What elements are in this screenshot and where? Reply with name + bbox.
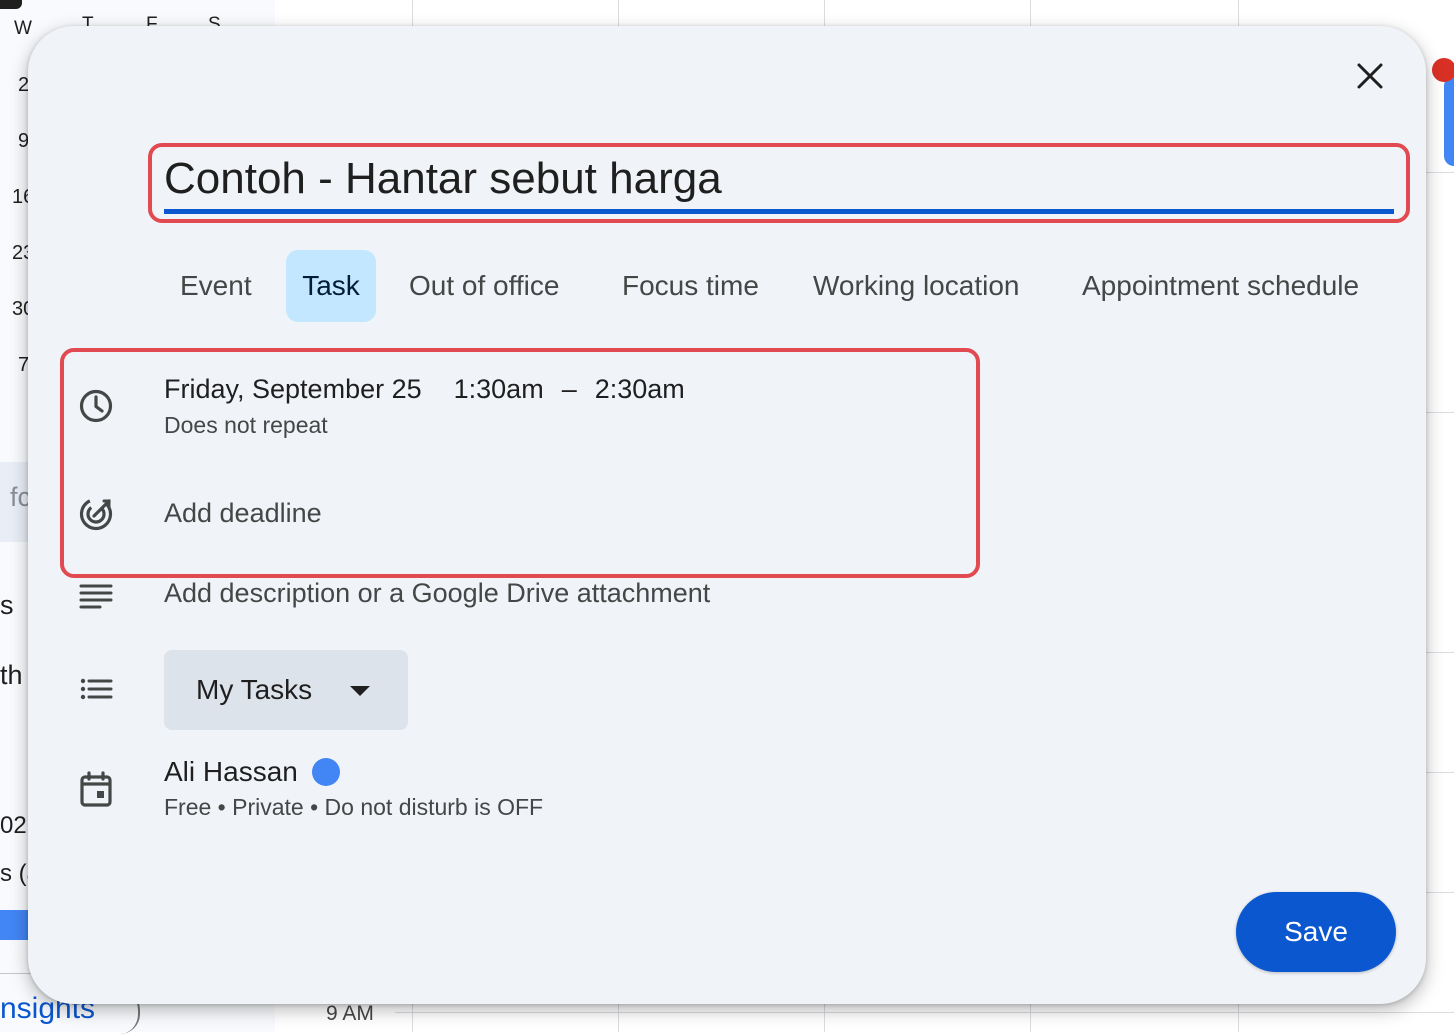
end-time[interactable]: 2:30am (595, 374, 685, 404)
target-icon (79, 497, 113, 531)
tab-event[interactable]: Event (180, 250, 252, 322)
close-button[interactable] (1350, 56, 1390, 96)
description-icon (79, 584, 113, 609)
description-field[interactable]: Add description or a Google Drive attach… (164, 578, 710, 609)
tab-working-location[interactable]: Working location (813, 250, 1019, 322)
calendar-icon (80, 771, 112, 807)
grid-row-line (1426, 172, 1454, 173)
title-highlight: Contoh - Hantar sebut harga (148, 143, 1410, 223)
tab-out-of-office[interactable]: Out of office (409, 250, 559, 322)
sidebar-top-edge (0, 0, 22, 9)
event-type-tabs: Event Task Out of office Focus time Work… (28, 250, 1426, 322)
availability-details[interactable]: Free • Private • Do not disturb is OFF (164, 794, 543, 821)
sidebar-item-fragment: th (0, 660, 23, 690)
tab-focus-time[interactable]: Focus time (622, 250, 759, 322)
title-underline (164, 209, 1394, 214)
chevron-down-icon (350, 686, 370, 696)
close-icon (1357, 63, 1383, 89)
start-time[interactable]: 1:30am (454, 374, 544, 404)
grid-row-line (1426, 892, 1454, 893)
sidebar-heading-fragment: s (0, 590, 14, 620)
calendar-color-dot (312, 758, 340, 786)
time-separator: – (561, 374, 577, 404)
grid-row-line (1426, 412, 1454, 413)
calendar-owner[interactable]: Ali Hassan (164, 756, 298, 788)
mini-calendar-header-w: W (14, 18, 32, 39)
tab-task[interactable]: Task (286, 250, 376, 322)
repeat-text[interactable]: Does not repeat (164, 412, 328, 439)
date-time-row[interactable]: Friday, September 25 1:30am –2:30am (164, 374, 685, 405)
clock-icon (79, 389, 113, 423)
add-deadline[interactable]: Add deadline (164, 498, 322, 529)
tab-appointment-schedule[interactable]: Appointment schedule (1082, 250, 1359, 322)
list-icon (80, 678, 113, 700)
grid-row-line (1426, 772, 1454, 773)
task-list-label: My Tasks (196, 674, 313, 705)
task-list-dropdown[interactable]: My Tasks (164, 650, 408, 730)
date-text[interactable]: Friday, September 25 (164, 374, 422, 404)
title-input[interactable]: Contoh - Hantar sebut harga (164, 147, 1392, 211)
time-label-9am: 9 AM (326, 1002, 374, 1025)
task-create-dialog: Contoh - Hantar sebut harga Event Task O… (28, 26, 1426, 1004)
grid-row-line (1426, 652, 1454, 653)
current-time-dot (1432, 58, 1454, 82)
save-button[interactable]: Save (1236, 892, 1396, 972)
event-chip-edge[interactable] (1444, 76, 1454, 166)
sidebar-item-fragment: 02 (0, 812, 27, 839)
grid-row-line (395, 1012, 1454, 1013)
